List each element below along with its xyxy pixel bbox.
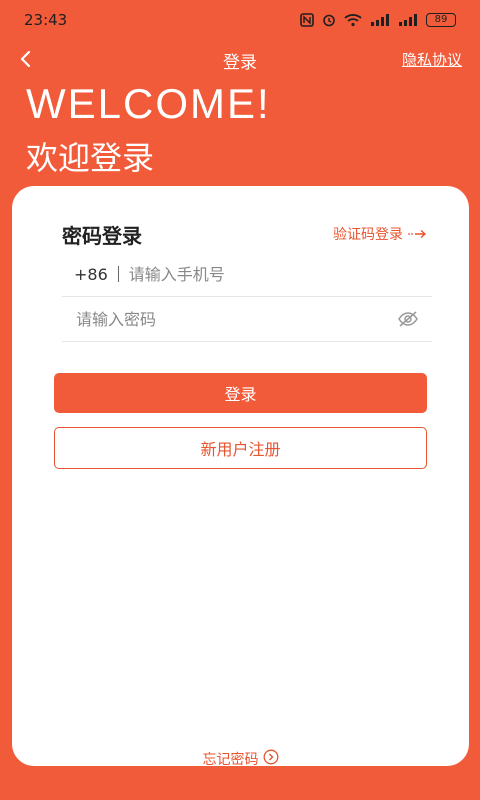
chevron-right-circle-icon xyxy=(263,749,278,765)
divider xyxy=(117,266,119,282)
arrow-right-icon xyxy=(408,229,427,239)
register-button[interactable]: 新用户注册 xyxy=(54,427,427,469)
nfc-icon xyxy=(300,13,314,27)
status-bar: 23:43 89 xyxy=(0,0,480,40)
signal-icon xyxy=(399,14,417,26)
password-input[interactable] xyxy=(62,309,396,329)
login-button[interactable]: 登录 xyxy=(54,373,427,413)
login-mode-title: 密码登录 xyxy=(62,224,142,248)
welcome-heading-en: WELCOME! xyxy=(26,80,271,127)
status-time: 23:43 xyxy=(24,11,68,29)
phone-input[interactable] xyxy=(128,264,432,284)
forgot-password-label: 忘记密码 xyxy=(202,752,259,768)
sms-login-label: 验证码登录 xyxy=(333,227,403,243)
battery-icon: 89 xyxy=(426,13,456,27)
eye-off-icon[interactable] xyxy=(396,307,420,331)
privacy-policy-link[interactable]: 隐私协议 xyxy=(402,49,462,70)
country-code[interactable]: +86 xyxy=(62,265,108,284)
login-card: 密码登录 验证码登录 +86 登录 新用户注册 忘记密码 xyxy=(12,186,469,768)
header: 登录 隐私协议 xyxy=(0,40,480,82)
phone-field: +86 xyxy=(62,252,432,297)
forgot-password-link[interactable]: 忘记密码 xyxy=(12,749,469,768)
sms-login-link[interactable]: 验证码登录 xyxy=(333,224,427,244)
status-icons: 89 xyxy=(300,13,456,27)
welcome-heading-zh: 欢迎登录 xyxy=(26,139,155,177)
signal-icon xyxy=(371,14,389,26)
alarm-icon xyxy=(323,14,335,27)
password-field xyxy=(62,297,432,342)
wifi-icon xyxy=(344,14,362,27)
